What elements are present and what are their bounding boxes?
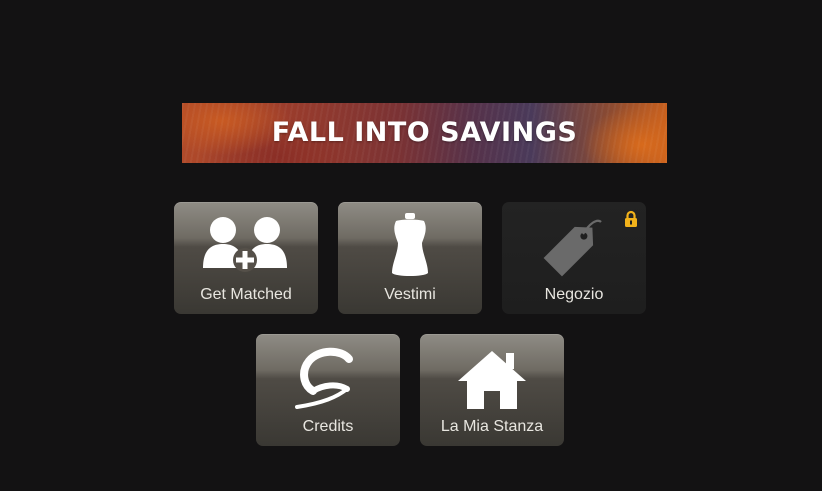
add-users-icon <box>174 210 318 282</box>
tile-label: La Mia Stanza <box>440 418 544 435</box>
vestimi-button[interactable]: Vestimi <box>338 202 482 314</box>
promo-banner[interactable]: FALL INTO SAVINGS <box>182 103 667 163</box>
tile-label: Vestimi <box>384 286 436 303</box>
negozio-button[interactable]: Negozio <box>502 202 646 314</box>
tile-label: Get Matched <box>200 286 292 303</box>
la-mia-stanza-button[interactable]: La Mia Stanza <box>420 334 564 446</box>
credits-button[interactable]: Credits <box>256 334 400 446</box>
price-tag-icon <box>502 210 646 282</box>
tile-label: Negozio <box>544 286 604 303</box>
get-matched-button[interactable]: Get Matched <box>174 202 318 314</box>
banner-text: FALL INTO SAVINGS <box>271 117 578 148</box>
credits-logo-icon <box>256 342 400 414</box>
tile-label: Credits <box>302 418 354 435</box>
house-icon <box>420 342 564 414</box>
dress-form-icon <box>338 210 482 282</box>
